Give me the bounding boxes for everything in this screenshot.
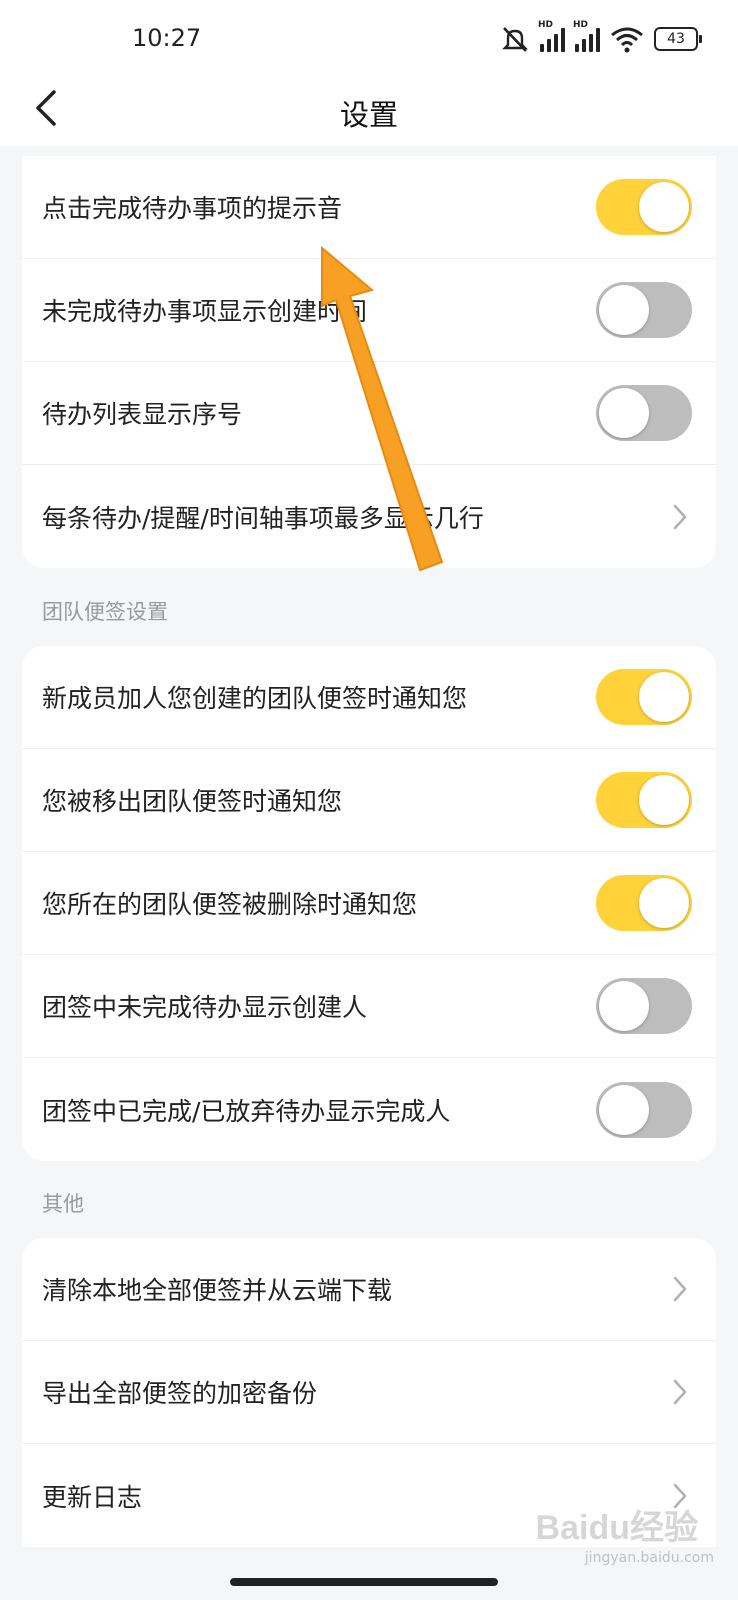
team-row-3: 团签中未完成待办显示创建人 (22, 955, 716, 1058)
toggle-switch[interactable] (596, 179, 692, 235)
toggle-switch[interactable] (596, 1081, 692, 1138)
hd-label: HD (538, 20, 554, 30)
todo-row-0: 点击完成待办事项的提示音 (22, 156, 716, 259)
row-label: 团签中未完成待办显示创建人 (42, 993, 368, 1022)
toggle-knob (639, 878, 689, 928)
page-title: 设置 (339, 98, 398, 132)
other-row-0[interactable]: 清除本地全部便签并从云端下载 (22, 1238, 716, 1341)
team-row-2: 您所在的团队便签被删除时通知您 (22, 852, 716, 955)
row-label: 未完成待办事项显示创建时间 (42, 297, 368, 326)
row-label: 团签中已完成/已放弃待办显示完成人 (42, 1096, 451, 1126)
toggle-knob (599, 1084, 649, 1135)
team-row-4: 团签中已完成/已放弃待办显示完成人 (22, 1058, 716, 1161)
toggle-knob (599, 285, 649, 335)
chevron-right-icon (673, 1379, 687, 1405)
team-row-1: 您被移出团队便签时通知您 (22, 749, 716, 852)
row-label: 更新日志 (42, 1482, 143, 1512)
todo-row-3[interactable]: 每条待办/提醒/时间轴事项最多显示几行 (22, 465, 716, 568)
row-label: 您被移出团队便签时通知您 (42, 787, 343, 816)
toggle-knob (639, 672, 689, 722)
row-label: 每条待办/提醒/时间轴事项最多显示几行 (42, 503, 484, 533)
home-indicator[interactable] (230, 1578, 498, 1586)
status-bar: 10:27 HD HD 43 (0, 0, 738, 80)
todo-settings-card: 点击完成待办事项的提示音 未完成待办事项显示创建时间 待办列表显示序号每条待办/提醒… (22, 156, 716, 568)
team-settings-card: 新成员加人您创建的团队便签时通知您 您被移出团队便签时通知您您所在的团队便签被删除… (22, 646, 716, 1161)
battery-icon: 43 (654, 27, 702, 51)
row-label: 点击完成待办事项的提示音 (42, 194, 343, 223)
signal-icon: HD (538, 20, 565, 52)
signal-icon-2: HD (573, 20, 600, 52)
row-label: 新成员加人您创建的团队便签时通知您 (42, 684, 468, 713)
other-row-1[interactable]: 导出全部便签的加密备份 (22, 1341, 716, 1444)
toggle-switch[interactable] (596, 282, 692, 338)
toggle-knob (599, 981, 649, 1031)
section-title-other: 其他 (42, 1192, 84, 1216)
toggle-switch[interactable] (596, 669, 692, 725)
hd-label-2: HD (573, 20, 589, 30)
toggle-knob (639, 182, 689, 232)
wifi-icon (611, 27, 643, 53)
toggle-knob (639, 775, 689, 825)
row-label: 清除本地全部便签并从云端下载 (42, 1276, 393, 1305)
mute-icon (502, 27, 528, 52)
toggle-switch[interactable] (596, 772, 692, 828)
page-header: 设置 (0, 80, 738, 146)
row-label: 待办列表显示序号 (42, 400, 243, 429)
todo-row-1: 未完成待办事项显示创建时间 (22, 259, 716, 362)
toggle-switch[interactable] (596, 875, 692, 931)
toggle-switch[interactable] (596, 385, 692, 441)
status-time: 10:27 (132, 24, 202, 52)
toggle-knob (599, 388, 649, 438)
todo-row-2: 待办列表显示序号 (22, 362, 716, 465)
section-title-team: 团队便签设置 (42, 600, 168, 624)
watermark-logo: Baidu经验 (535, 1509, 698, 1547)
toggle-switch[interactable] (596, 978, 692, 1034)
row-label: 导出全部便签的加密备份 (42, 1379, 318, 1408)
status-icons: HD HD 43 (500, 20, 702, 54)
team-row-0: 新成员加人您创建的团队便签时通知您 (22, 646, 716, 749)
chevron-right-icon (673, 1276, 687, 1302)
chevron-right-icon (673, 504, 687, 529)
row-label: 您所在的团队便签被删除时通知您 (42, 890, 418, 919)
watermark-url: jingyan.baidu.com (584, 1550, 714, 1566)
